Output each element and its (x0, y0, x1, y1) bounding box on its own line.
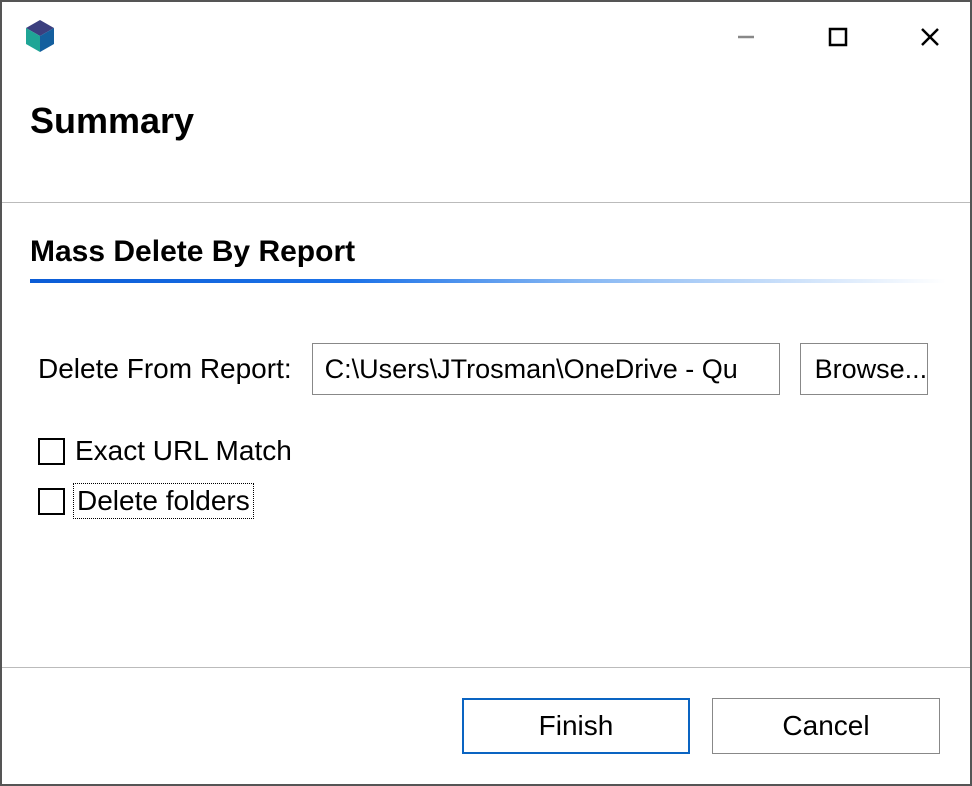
content: Mass Delete By Report Delete From Report… (2, 203, 970, 667)
footer: Finish Cancel (2, 668, 970, 784)
titlebar (2, 2, 970, 62)
report-path-row: Delete From Report: Browse... (30, 343, 946, 395)
delete-folders-label: Delete folders (75, 485, 252, 517)
header: Summary (2, 62, 970, 202)
window-controls (734, 25, 942, 49)
exact-url-match-checkbox[interactable] (38, 438, 65, 465)
report-path-input[interactable] (312, 343, 780, 395)
cancel-button[interactable]: Cancel (712, 698, 940, 754)
exact-url-match-label: Exact URL Match (75, 435, 292, 467)
page-title: Summary (30, 100, 940, 142)
section-underline (30, 279, 946, 283)
delete-folders-checkbox[interactable] (38, 488, 65, 515)
close-button[interactable] (918, 25, 942, 49)
browse-button[interactable]: Browse... (800, 343, 928, 395)
delete-folders-row: Delete folders (30, 485, 946, 517)
maximize-button[interactable] (826, 25, 850, 49)
section-title: Mass Delete By Report (30, 235, 946, 269)
app-icon (20, 17, 60, 57)
exact-url-match-row: Exact URL Match (30, 435, 946, 467)
finish-button[interactable]: Finish (462, 698, 690, 754)
minimize-button[interactable] (734, 25, 758, 49)
report-path-label: Delete From Report: (38, 353, 292, 385)
titlebar-left (20, 17, 60, 57)
